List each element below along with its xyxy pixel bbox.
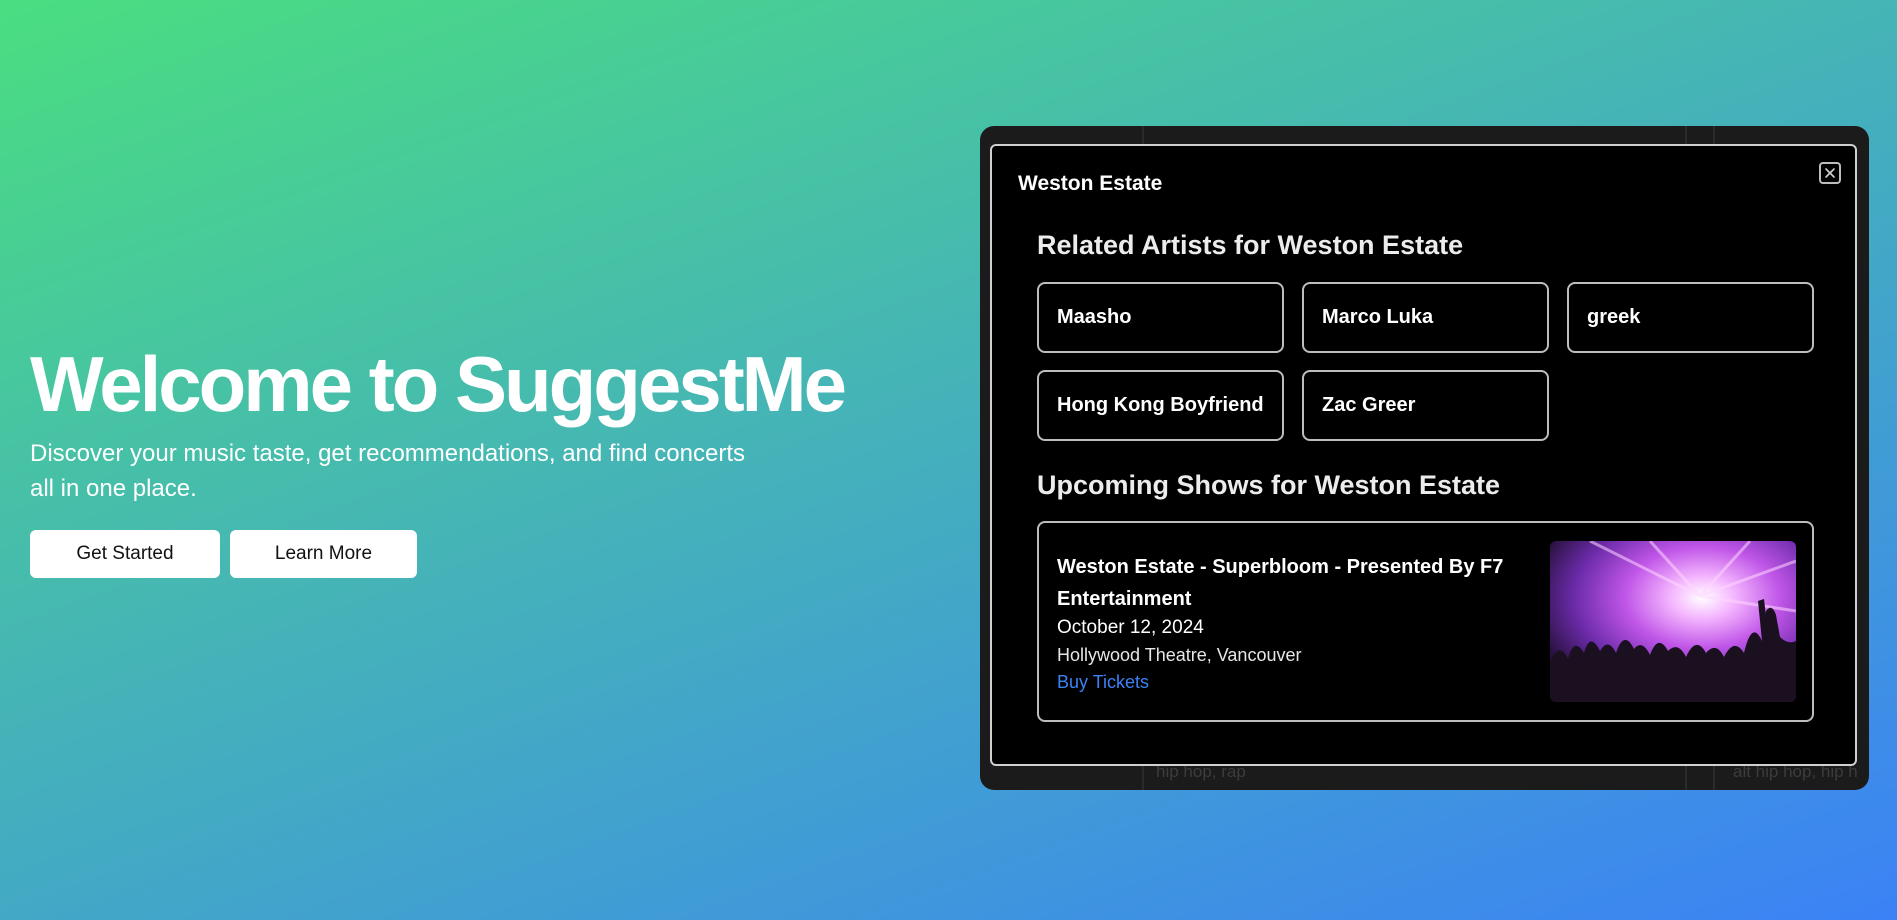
modal-title: Weston Estate (1018, 172, 1163, 195)
hero-buttons: Get Started Learn More (30, 530, 890, 578)
artist-modal-backdrop: hip hop, rap alt hip hop, hip h Weston E… (980, 126, 1869, 790)
close-icon[interactable] (1819, 162, 1841, 184)
hero-subtitle: Discover your music taste, get recommend… (30, 440, 745, 502)
show-venue: Hollywood Theatre, Vancouver (1057, 645, 1302, 665)
show-card: Weston Estate - Superbloom - Presented B… (1037, 521, 1814, 722)
hero-title: Welcome to SuggestMe (30, 340, 847, 428)
related-artists-grid: Maasho Marco Luka greek Hong Kong Boyfri… (1037, 282, 1814, 441)
artist-card[interactable]: greek (1567, 282, 1814, 353)
artist-card[interactable]: Zac Greer (1302, 370, 1549, 441)
artist-card[interactable]: Hong Kong Boyfriend (1037, 370, 1284, 441)
show-name: Weston Estate - Superbloom - Presented B… (1057, 556, 1504, 610)
upcoming-shows-title: Upcoming Shows for Weston Estate (1037, 470, 1501, 500)
buy-tickets-link[interactable]: Buy Tickets (1057, 672, 1149, 693)
get-started-button[interactable]: Get Started (30, 530, 220, 578)
artist-card[interactable]: Maasho (1037, 282, 1284, 353)
learn-more-button[interactable]: Learn More (230, 530, 417, 578)
related-artists-title: Related Artists for Weston Estate (1037, 230, 1464, 260)
concert-image (1550, 541, 1796, 702)
artist-card[interactable]: Marco Luka (1302, 282, 1549, 353)
artist-modal: Weston Estate Related Artists for Weston… (990, 144, 1857, 766)
hero-section: Welcome to SuggestMe Discover your music… (30, 340, 890, 578)
show-date: October 12, 2024 (1057, 617, 1204, 638)
